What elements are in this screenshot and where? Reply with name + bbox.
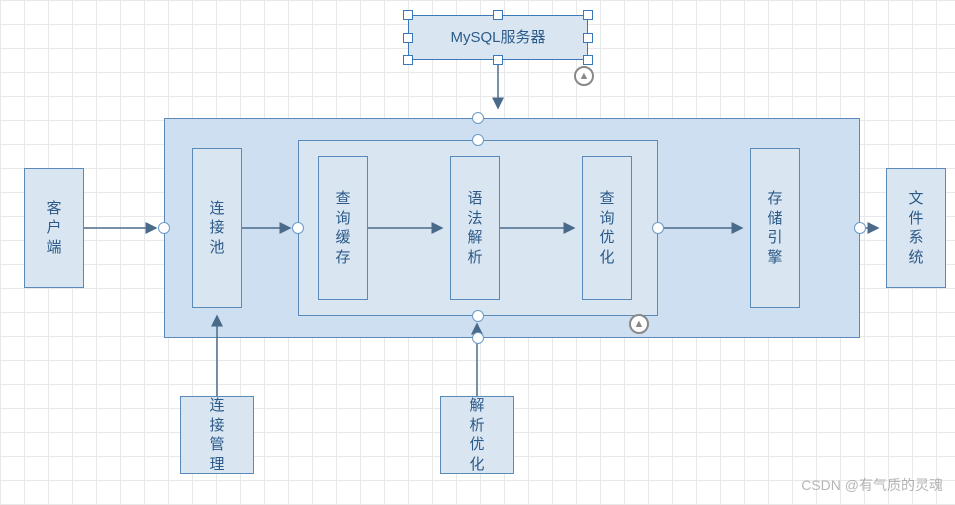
- title-label: MySQL服务器: [450, 28, 545, 48]
- handle-nw[interactable]: [403, 10, 413, 20]
- syntax-parse-box[interactable]: 语法解析: [450, 156, 500, 300]
- inner-port-top[interactable]: [472, 134, 484, 146]
- storage-label: 存储引擎: [766, 189, 784, 267]
- watermark: CSDN @有气质的灵魂: [801, 475, 943, 495]
- parse-optimize-label-box[interactable]: 解析优化: [440, 396, 514, 474]
- handle-w[interactable]: [403, 33, 413, 43]
- style-toggle-icon[interactable]: ▲: [574, 66, 594, 86]
- query-opt-label: 查询优化: [598, 189, 616, 267]
- syntax-parse-label: 语法解析: [466, 189, 484, 267]
- handle-ne[interactable]: [583, 10, 593, 20]
- title-box[interactable]: MySQL服务器: [408, 15, 588, 60]
- connection-pool-box[interactable]: 连接池: [192, 148, 242, 308]
- query-cache-box[interactable]: 查询缓存: [318, 156, 368, 300]
- query-optimize-box[interactable]: 查询优化: [582, 156, 632, 300]
- query-cache-label: 查询缓存: [334, 189, 352, 267]
- inner-port-bottom[interactable]: [472, 310, 484, 322]
- port-top[interactable]: [472, 112, 484, 124]
- handle-e[interactable]: [583, 33, 593, 43]
- inner-port-left[interactable]: [292, 222, 304, 234]
- port-bottom[interactable]: [472, 332, 484, 344]
- file-system-box[interactable]: 文件系统: [886, 168, 946, 288]
- file-label: 文件系统: [907, 189, 925, 267]
- inner-port-right[interactable]: [652, 222, 664, 234]
- handle-sw[interactable]: [403, 55, 413, 65]
- container-style-icon[interactable]: ▲: [629, 314, 649, 334]
- handle-n[interactable]: [493, 10, 503, 20]
- port-right[interactable]: [854, 222, 866, 234]
- conn-pool-label: 连接池: [208, 199, 226, 258]
- parse-opt-label: 解析优化: [468, 396, 486, 474]
- port-left[interactable]: [158, 222, 170, 234]
- conn-mgmt-label: 连接管理: [208, 396, 226, 474]
- handle-s[interactable]: [493, 55, 503, 65]
- storage-engine-box[interactable]: 存储引擎: [750, 148, 800, 308]
- connection-management-box[interactable]: 连接管理: [180, 396, 254, 474]
- client-box[interactable]: 客户端: [24, 168, 84, 288]
- client-label: 客户端: [45, 199, 63, 258]
- handle-se[interactable]: [583, 55, 593, 65]
